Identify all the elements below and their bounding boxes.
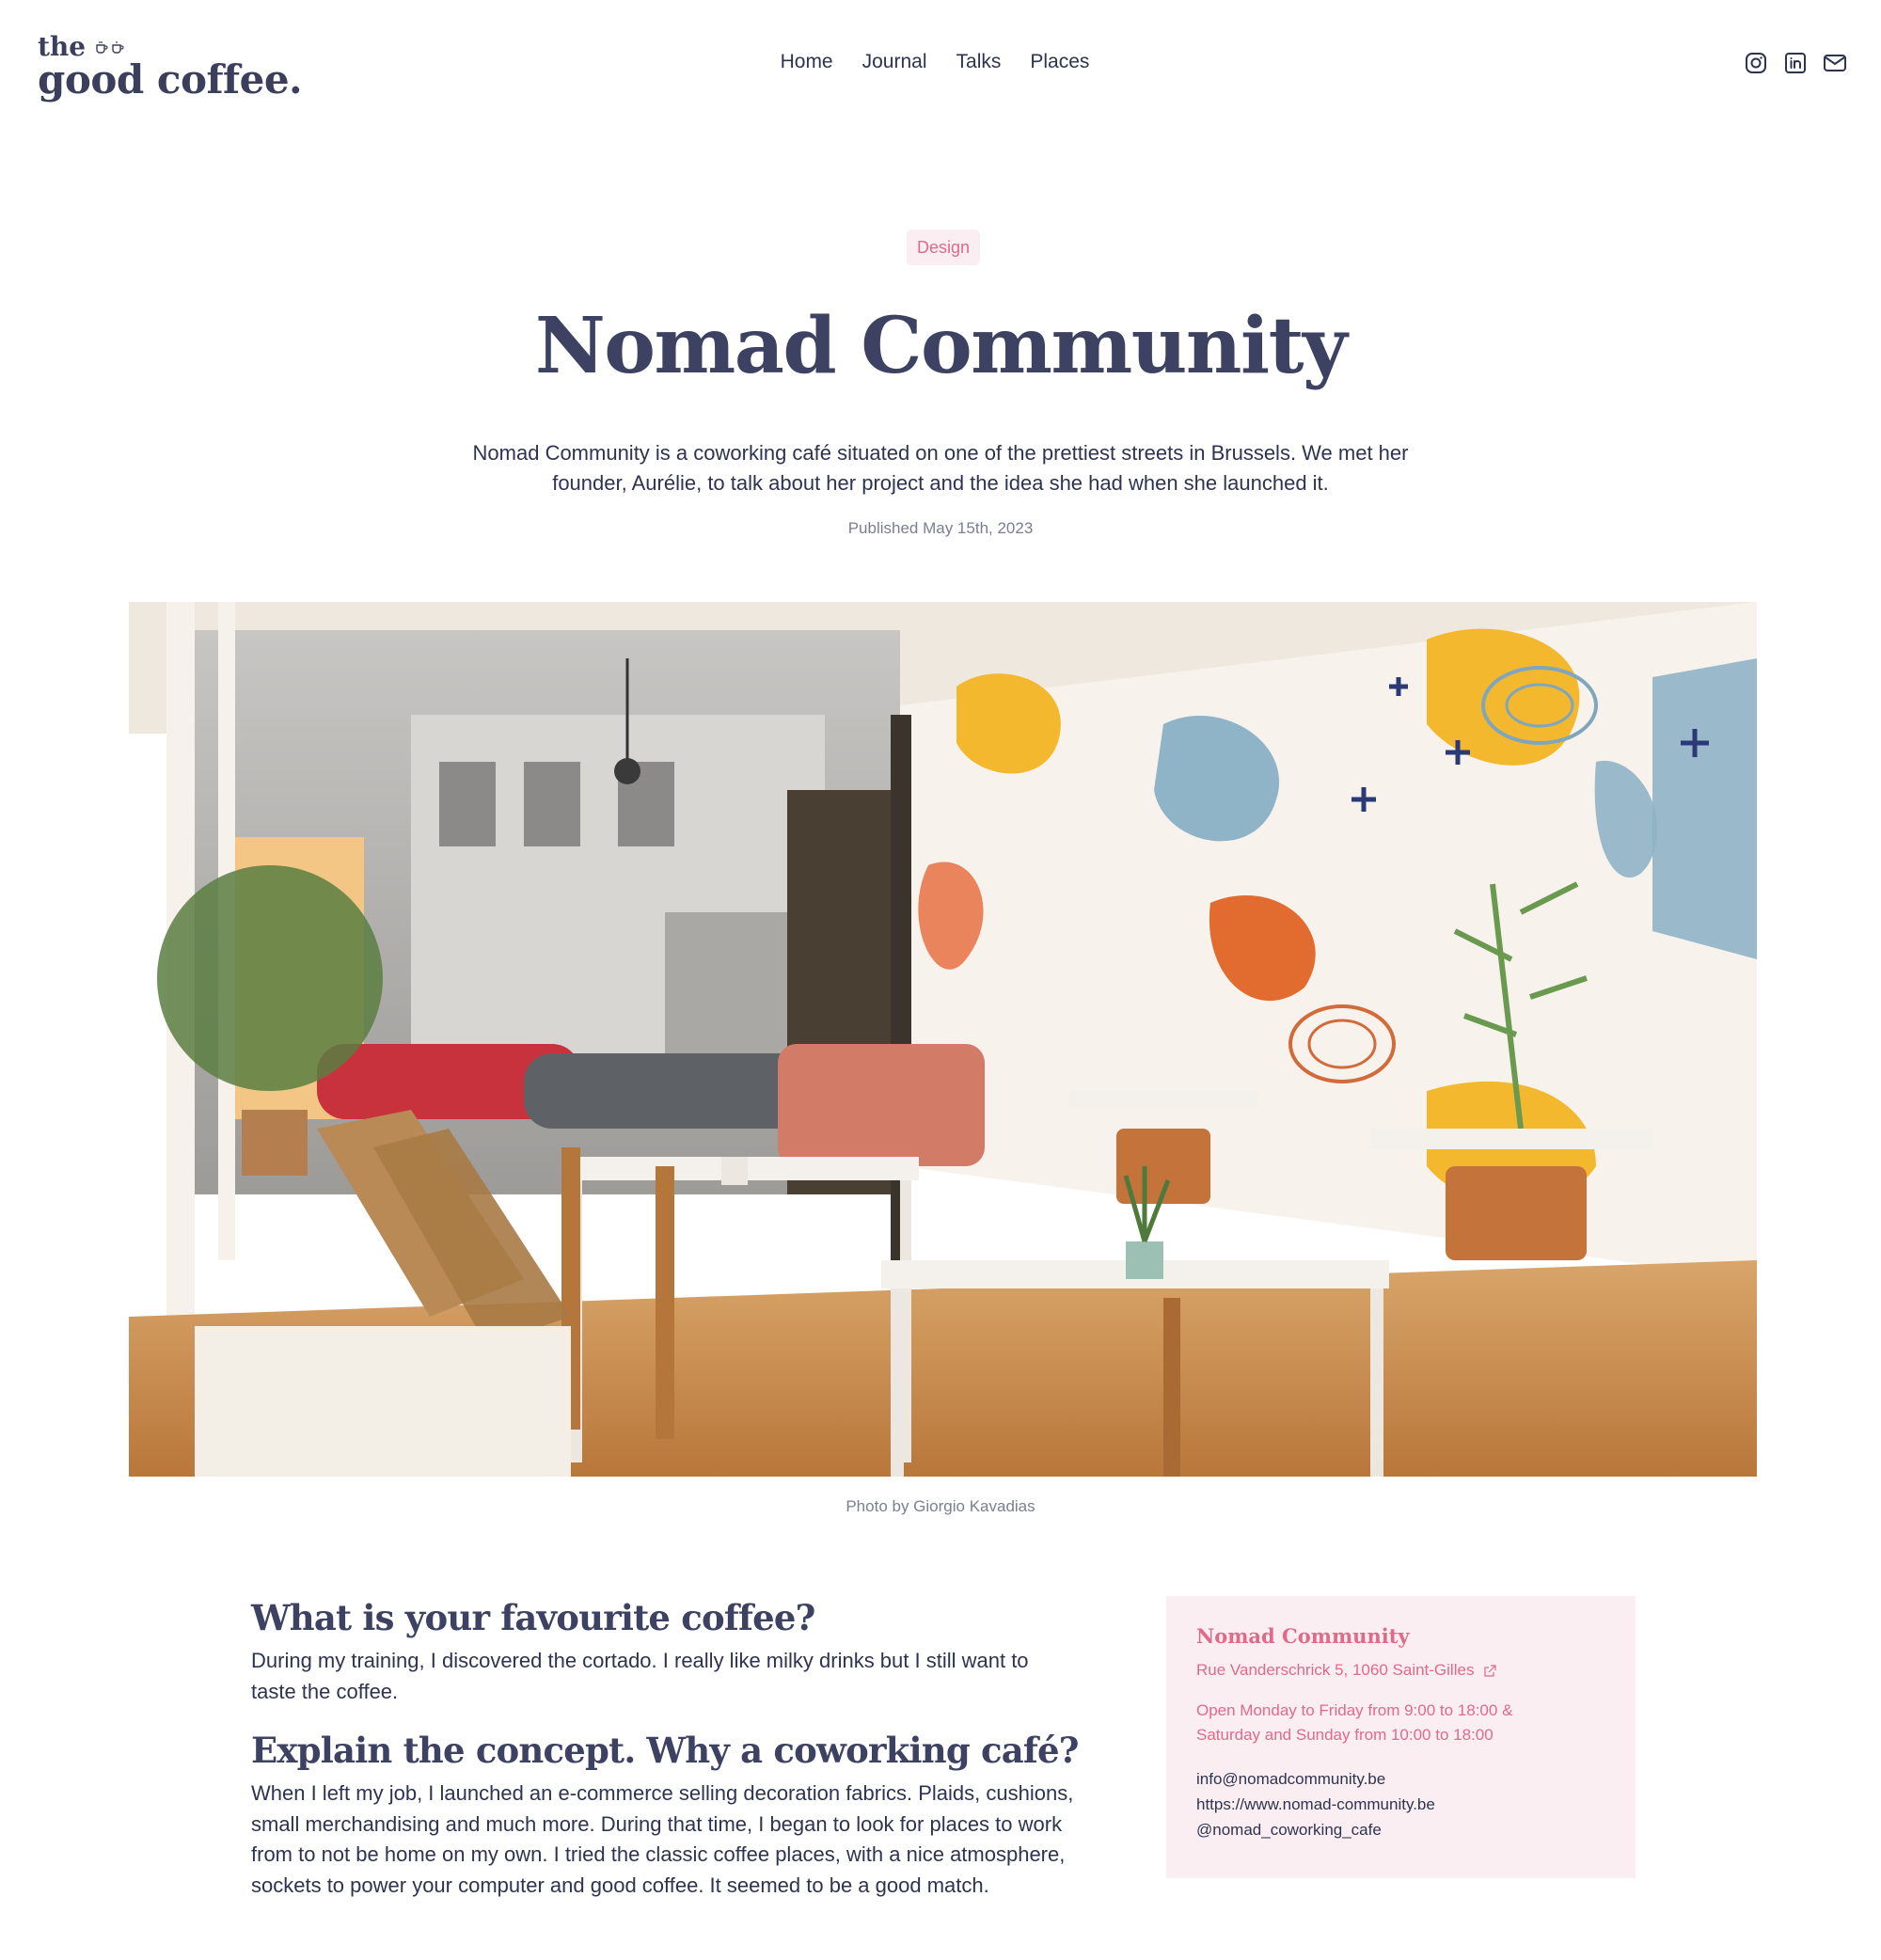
section-paragraph: When I left my job, I launched an e-comm… — [251, 1781, 1074, 1897]
linkedin-icon[interactable] — [1783, 51, 1808, 75]
photo-caption: Photo by Giorgio Kavadias — [846, 1497, 1035, 1515]
hero-photo — [129, 602, 1757, 1477]
nav-journal[interactable]: Journal — [862, 51, 927, 73]
mail-icon[interactable] — [1823, 51, 1847, 75]
category-tag[interactable]: Design — [907, 229, 980, 265]
place-address: Rue Vanderschrick 5, 1060 Saint-Gilles — [1196, 1661, 1475, 1679]
nav-talks[interactable]: Talks — [956, 51, 1002, 73]
article-intro: Nomad Community is a coworking café situ… — [472, 441, 1409, 495]
place-info-card: Nomad Community Rue Vanderschrick 5, 106… — [1166, 1596, 1636, 1878]
instagram-icon[interactable] — [1744, 51, 1768, 75]
place-email[interactable]: info@nomadcommunity.be — [1196, 1766, 1605, 1792]
page-title: Nomad Community — [534, 301, 1348, 391]
place-address-link[interactable]: Rue Vanderschrick 5, 1060 Saint-Gilles — [1196, 1661, 1605, 1680]
nav-places[interactable]: Places — [1030, 51, 1089, 73]
contact-info: info@nomadcommunity.be https://www.nomad… — [1196, 1766, 1605, 1842]
section-heading: Explain the concept. Why a coworking caf… — [251, 1730, 1079, 1771]
external-link-icon — [1483, 1664, 1497, 1677]
hours-line: Open Monday to Friday from 9:00 to 18:00… — [1196, 1701, 1513, 1719]
place-website[interactable]: https://www.nomad-community.be — [1196, 1792, 1605, 1817]
published-date: Published May 15th, 2023 — [847, 519, 1034, 537]
nav-home[interactable]: Home — [781, 51, 833, 73]
hours-line: Saturday and Sunday from 10:00 to 18:00 — [1196, 1726, 1494, 1744]
place-name: Nomad Community — [1196, 1624, 1410, 1648]
place-instagram[interactable]: @nomad_coworking_cafe — [1196, 1817, 1605, 1842]
social-links — [1744, 51, 1847, 75]
opening-hours: Open Monday to Friday from 9:00 to 18:00… — [1196, 1699, 1605, 1747]
section-paragraph: During my training, I discovered the cor… — [251, 1649, 1029, 1703]
main-nav: Home Journal Talks Places — [0, 51, 1881, 73]
article-body: What is your favourite coffee? During my… — [251, 1595, 1079, 1901]
section-heading: What is your favourite coffee? — [251, 1597, 815, 1638]
